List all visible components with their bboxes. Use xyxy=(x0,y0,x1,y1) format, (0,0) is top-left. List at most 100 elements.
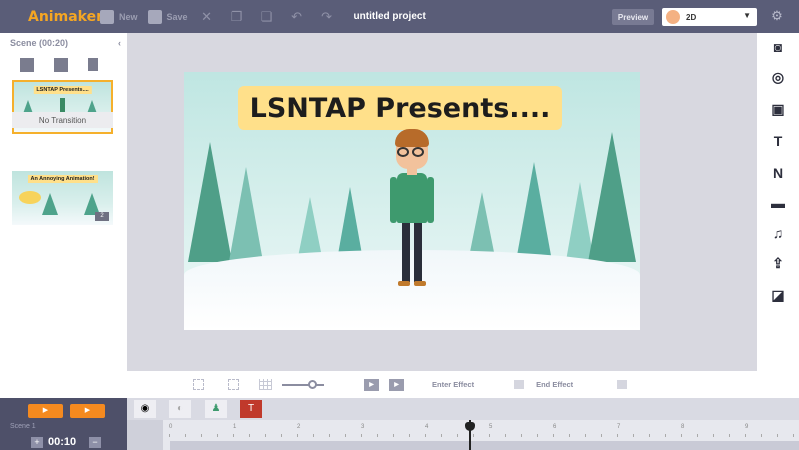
timeline-tick xyxy=(649,434,650,437)
timeline-tick-label: 2 xyxy=(297,424,301,430)
timeline-tick xyxy=(793,434,794,437)
scene-thumbnail-2[interactable]: An Annoying Animation! 2 xyxy=(12,171,113,225)
stage-controls: ▶ ▶ Enter Effect End Effect xyxy=(127,371,757,398)
grid-icon[interactable] xyxy=(259,379,272,390)
timeline-tick xyxy=(457,434,458,437)
stage-headline-text[interactable]: LSNTAP Presents.... xyxy=(238,86,562,130)
music-icon[interactable]: ♫ xyxy=(768,225,788,241)
enter-effect-icon[interactable] xyxy=(514,380,525,389)
timeline-tick xyxy=(681,434,682,437)
undo-icon[interactable]: ↶ xyxy=(288,9,306,25)
settings-gear-icon[interactable]: ⚙ xyxy=(770,9,784,23)
effect-track-icon[interactable]: ◐ xyxy=(169,400,191,418)
play-all-button[interactable]: ▶ xyxy=(389,378,404,391)
timeline-controls: ▶ ▶ Scene 1 + 00:10 − xyxy=(0,398,127,450)
character-icon[interactable]: ◙ xyxy=(768,39,788,55)
character[interactable] xyxy=(387,129,437,289)
end-effect-label[interactable]: End Effect xyxy=(536,380,573,389)
new-file-icon xyxy=(100,9,114,24)
timeline-tick xyxy=(345,434,346,437)
character-leg xyxy=(414,222,422,282)
scene-thumbnail-title: An Annoying Animation! xyxy=(27,175,98,183)
timeline-tick xyxy=(217,434,218,437)
character-avatar-icon xyxy=(666,10,680,24)
scene-header-label: Scene (00:20) xyxy=(10,38,69,48)
timeline-tick xyxy=(233,434,234,437)
character-leg xyxy=(402,222,410,282)
timeline-tick xyxy=(297,434,298,437)
add-scene-icon[interactable] xyxy=(20,58,34,72)
video-icon[interactable]: ▬ xyxy=(768,195,788,211)
timeline-tick xyxy=(185,434,186,437)
timeline-tick xyxy=(281,434,282,437)
asset-panel: ◙ ◎ ▣ T N ▬ ♫ ⇪ ◪ xyxy=(757,33,799,398)
dropdown-arrow-icon: ▼ xyxy=(743,11,751,20)
image-icon[interactable]: ▣ xyxy=(768,101,788,118)
mode-dropdown[interactable]: 2D ▼ xyxy=(662,8,757,26)
number-icon[interactable]: N xyxy=(768,165,788,181)
scene-thumbnail-title: LSNTAP Presents.... xyxy=(33,86,92,94)
timeline-track-bar[interactable] xyxy=(170,441,799,450)
effect-icon[interactable]: ◪ xyxy=(768,287,788,304)
timeline-play-button[interactable]: ▶ xyxy=(28,404,63,418)
top-toolbar: Animaker New Save ✕ ❐ ❏ ↶ ↷ untitled pro… xyxy=(0,0,799,33)
zoom-slider[interactable] xyxy=(282,379,324,389)
timeline-gutter xyxy=(127,420,163,450)
duplicate-scene-icon[interactable] xyxy=(54,58,68,72)
timeline-play-all-button[interactable]: ▶ xyxy=(70,404,105,418)
upload-icon[interactable]: ⇪ xyxy=(768,255,788,272)
timeline-tick-label: 8 xyxy=(681,424,685,430)
increase-duration-button[interactable]: + xyxy=(31,437,43,448)
timeline-tick-label: 6 xyxy=(553,424,557,430)
end-effect-icon[interactable] xyxy=(617,380,628,389)
scene-number-badge: 2 xyxy=(95,212,109,221)
timeline-tick-label: 1 xyxy=(233,424,237,430)
character-track-icon[interactable]: ♟ xyxy=(205,400,227,418)
timeline-tick-label: 5 xyxy=(489,424,493,430)
scene-header: Scene (00:20) ‹ xyxy=(0,33,127,48)
expand-icon[interactable] xyxy=(228,379,239,390)
timeline-tick xyxy=(201,434,202,437)
save-button-label: Save xyxy=(166,11,188,22)
timeline-tick xyxy=(425,434,426,437)
location-icon[interactable]: ◎ xyxy=(768,69,788,86)
text-track-icon[interactable]: T xyxy=(240,400,262,418)
save-button[interactable]: Save xyxy=(147,9,188,24)
pine-tree xyxy=(188,142,232,262)
preview-button[interactable]: Preview xyxy=(612,9,654,25)
timeline-tick-label: 9 xyxy=(745,424,749,430)
character-arm xyxy=(390,177,397,223)
character-shoe xyxy=(414,281,426,286)
copy-icon[interactable]: ❐ xyxy=(228,9,246,25)
timeline-tick xyxy=(665,434,666,437)
collapse-chevron-icon[interactable]: ‹ xyxy=(118,38,121,48)
timeline-tick-label: 7 xyxy=(617,424,621,430)
cut-icon[interactable]: ✕ xyxy=(198,9,216,25)
scene-duration: 00:10 xyxy=(48,436,77,448)
new-button[interactable]: New xyxy=(100,9,138,24)
play-scene-button[interactable]: ▶ xyxy=(364,378,379,391)
decrease-duration-button[interactable]: − xyxy=(89,437,101,448)
character-body xyxy=(397,173,427,223)
timeline-tick xyxy=(329,434,330,437)
enter-effect-label[interactable]: Enter Effect xyxy=(432,380,474,389)
timeline-tick xyxy=(553,434,554,437)
timeline-tick xyxy=(409,434,410,437)
timeline-tick xyxy=(537,434,538,437)
timeline-tick xyxy=(585,434,586,437)
fit-screen-icon[interactable] xyxy=(193,379,204,390)
project-title[interactable]: untitled project xyxy=(354,11,426,22)
paste-icon[interactable]: ❏ xyxy=(258,9,276,25)
timeline-tick xyxy=(393,434,394,437)
app-window: Animaker New Save ✕ ❐ ❏ ↶ ↷ untitled pro… xyxy=(0,0,799,450)
camera-track-icon[interactable]: ◉ xyxy=(134,400,156,418)
redo-icon[interactable]: ↷ xyxy=(318,9,336,25)
text-icon[interactable]: T xyxy=(768,133,788,149)
character-shoe xyxy=(398,281,410,286)
delete-scene-icon[interactable] xyxy=(88,58,98,71)
save-icon xyxy=(147,9,162,24)
transition-button[interactable]: No Transition xyxy=(12,112,113,128)
timeline-tick xyxy=(761,434,762,437)
thumb-tree xyxy=(42,193,58,215)
zoom-slider-knob[interactable] xyxy=(308,379,317,389)
